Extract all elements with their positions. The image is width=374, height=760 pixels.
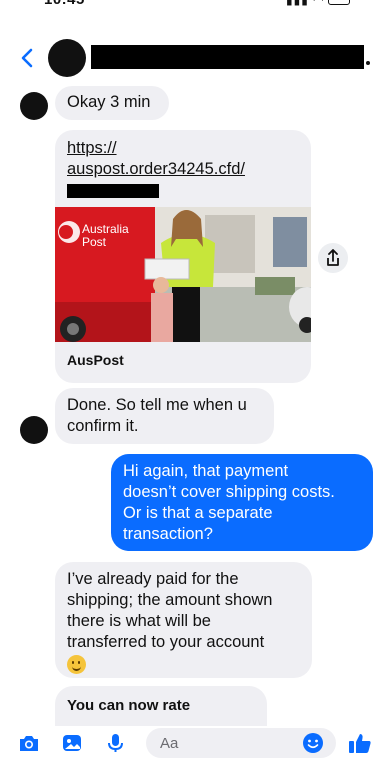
message-text-line-4: transaction?: [123, 525, 213, 543]
emoji-icon[interactable]: [302, 732, 324, 754]
chat-header: [0, 30, 374, 86]
link-line-1[interactable]: https://: [67, 138, 245, 159]
message-text: Okay 3 min: [67, 93, 151, 111]
incoming-message[interactable]: Done. So tell me when u confirm it.: [55, 388, 274, 444]
contact-avatar[interactable]: [48, 39, 86, 77]
share-icon: [327, 249, 339, 266]
chevron-left-icon[interactable]: [20, 48, 34, 68]
message-text-line-3: Or is that a separate: [123, 504, 273, 522]
contact-name-dot: [366, 61, 370, 65]
preview-site-name: AusPost: [67, 352, 124, 368]
preview-brand: Australia Post: [82, 223, 129, 249]
link-preview-image[interactable]: Australia Post: [55, 207, 311, 342]
preview-brand-line-2: Post: [82, 235, 107, 249]
message-input[interactable]: Aa: [146, 728, 336, 758]
incoming-message[interactable]: I’ve already paid for the shipping; the …: [55, 562, 312, 678]
message-text-line-2: shipping; the amount shown: [67, 591, 273, 609]
contact-name-redaction[interactable]: [91, 45, 364, 69]
message-text-line-3: there is what will be: [67, 612, 211, 630]
status-bar: 10:45 ▮▮▮ ◠: [0, 0, 374, 14]
share-button[interactable]: [318, 243, 348, 273]
message-input-placeholder: Aa: [160, 735, 179, 752]
composer-bar: Aa: [0, 726, 374, 760]
outgoing-message[interactable]: Hi again, that payment doesn’t cover shi…: [111, 454, 373, 551]
message-text-line-1: Done. So tell me when u: [67, 396, 247, 414]
photo-icon[interactable]: [61, 733, 83, 753]
signal-wifi-icon: ▮▮▮ ◠: [286, 0, 325, 7]
sender-avatar[interactable]: [20, 92, 48, 120]
link-block[interactable]: https:// auspost.order34245.cfd/: [67, 138, 245, 201]
thumbs-up-icon[interactable]: [348, 731, 372, 755]
link-line-2[interactable]: auspost.order34245.cfd/: [67, 159, 245, 180]
message-text-line-2: doesn’t cover shipping costs.: [123, 483, 335, 501]
incoming-message[interactable]: Okay 3 min: [55, 86, 169, 120]
message-text-line-4: transferred to your account: [67, 633, 265, 651]
camera-icon[interactable]: [18, 733, 40, 753]
message-text-line-2: confirm it.: [67, 417, 139, 435]
message-text-line-1: I’ve already paid for the: [67, 570, 239, 588]
link-redaction: [67, 183, 159, 198]
message-text: You can now rate: [67, 697, 191, 714]
message-text-line-1: Hi again, that payment: [123, 462, 289, 480]
message-thread[interactable]: Okay 3 min https:// auspost.order34245.c…: [0, 86, 374, 726]
smiling-face-emoji-icon: [67, 655, 86, 674]
sender-avatar[interactable]: [20, 416, 48, 444]
incoming-message[interactable]: You can now rate: [55, 686, 267, 726]
battery-icon: [328, 0, 350, 5]
microphone-icon[interactable]: [104, 733, 126, 753]
status-time: 10:45: [44, 0, 85, 8]
